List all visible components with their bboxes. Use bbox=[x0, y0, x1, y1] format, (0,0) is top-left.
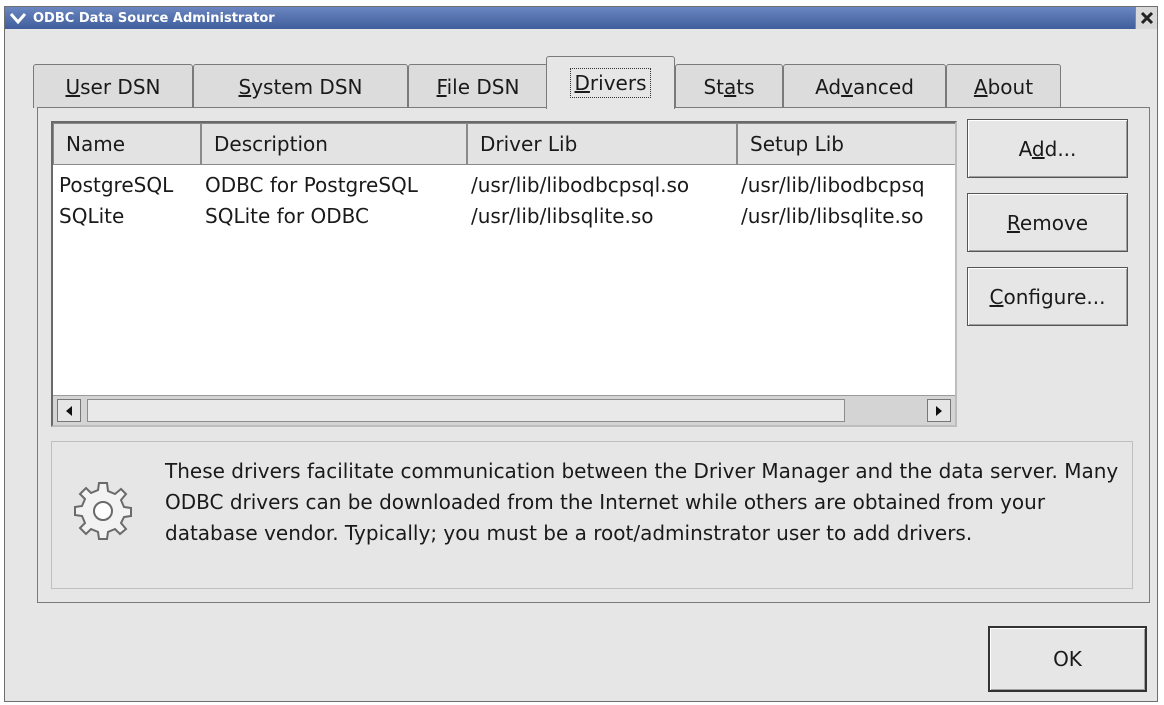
scroll-left-arrow-icon[interactable] bbox=[57, 399, 81, 422]
cell-name: SQLite bbox=[59, 204, 125, 228]
tab-stats[interactable]: Stats bbox=[675, 64, 783, 108]
scroll-right-arrow-icon[interactable] bbox=[927, 399, 951, 422]
info-box: These drivers facilitate communication b… bbox=[51, 441, 1133, 589]
close-icon[interactable] bbox=[1135, 7, 1157, 29]
column-header-description[interactable]: Description bbox=[201, 123, 467, 165]
cell-setup-lib: /usr/lib/libsqlite.so bbox=[741, 204, 924, 228]
configure-button[interactable]: Configure... bbox=[967, 267, 1128, 326]
info-message: These drivers facilitate communication b… bbox=[165, 459, 1119, 545]
horizontal-scrollbar[interactable] bbox=[53, 395, 955, 425]
scrollbar-thumb[interactable] bbox=[87, 399, 845, 422]
cell-driver-lib: /usr/lib/libsqlite.so bbox=[471, 204, 654, 228]
window-menu-icon[interactable] bbox=[9, 9, 27, 27]
tab-file-dsn[interactable]: File DSN bbox=[408, 64, 548, 108]
ok-button[interactable]: OK bbox=[988, 626, 1147, 692]
cell-name: PostgreSQL bbox=[59, 173, 174, 197]
window-title: ODBC Data Source Administrator bbox=[33, 10, 275, 26]
drivers-list[interactable]: Name Description Driver Lib Setup Lib Po… bbox=[51, 121, 957, 427]
odbc-admin-window: ODBC Data Source Administrator User DSN … bbox=[4, 6, 1158, 702]
tab-system-dsn[interactable]: System DSN bbox=[193, 64, 408, 108]
column-header-setup-lib[interactable]: Setup Lib bbox=[737, 123, 955, 165]
column-header-driver-lib[interactable]: Driver Lib bbox=[467, 123, 737, 165]
cell-driver-lib: /usr/lib/libodbcpsql.so bbox=[471, 173, 690, 197]
remove-button[interactable]: Remove bbox=[967, 193, 1128, 252]
add-button[interactable]: Add... bbox=[967, 119, 1128, 178]
title-bar[interactable]: ODBC Data Source Administrator bbox=[5, 7, 1157, 29]
tab-user-dsn[interactable]: User DSN bbox=[33, 64, 193, 108]
tab-advanced[interactable]: Advanced bbox=[783, 64, 946, 108]
gear-icon bbox=[70, 478, 136, 544]
cell-setup-lib: /usr/lib/libodbcpsq bbox=[741, 173, 925, 197]
cell-description: SQLite for ODBC bbox=[205, 204, 369, 228]
column-header-name[interactable]: Name bbox=[53, 123, 201, 165]
tab-about[interactable]: About bbox=[946, 64, 1061, 108]
cell-description: ODBC for PostgreSQL bbox=[205, 173, 418, 197]
tab-drivers[interactable]: Drivers bbox=[546, 56, 675, 109]
